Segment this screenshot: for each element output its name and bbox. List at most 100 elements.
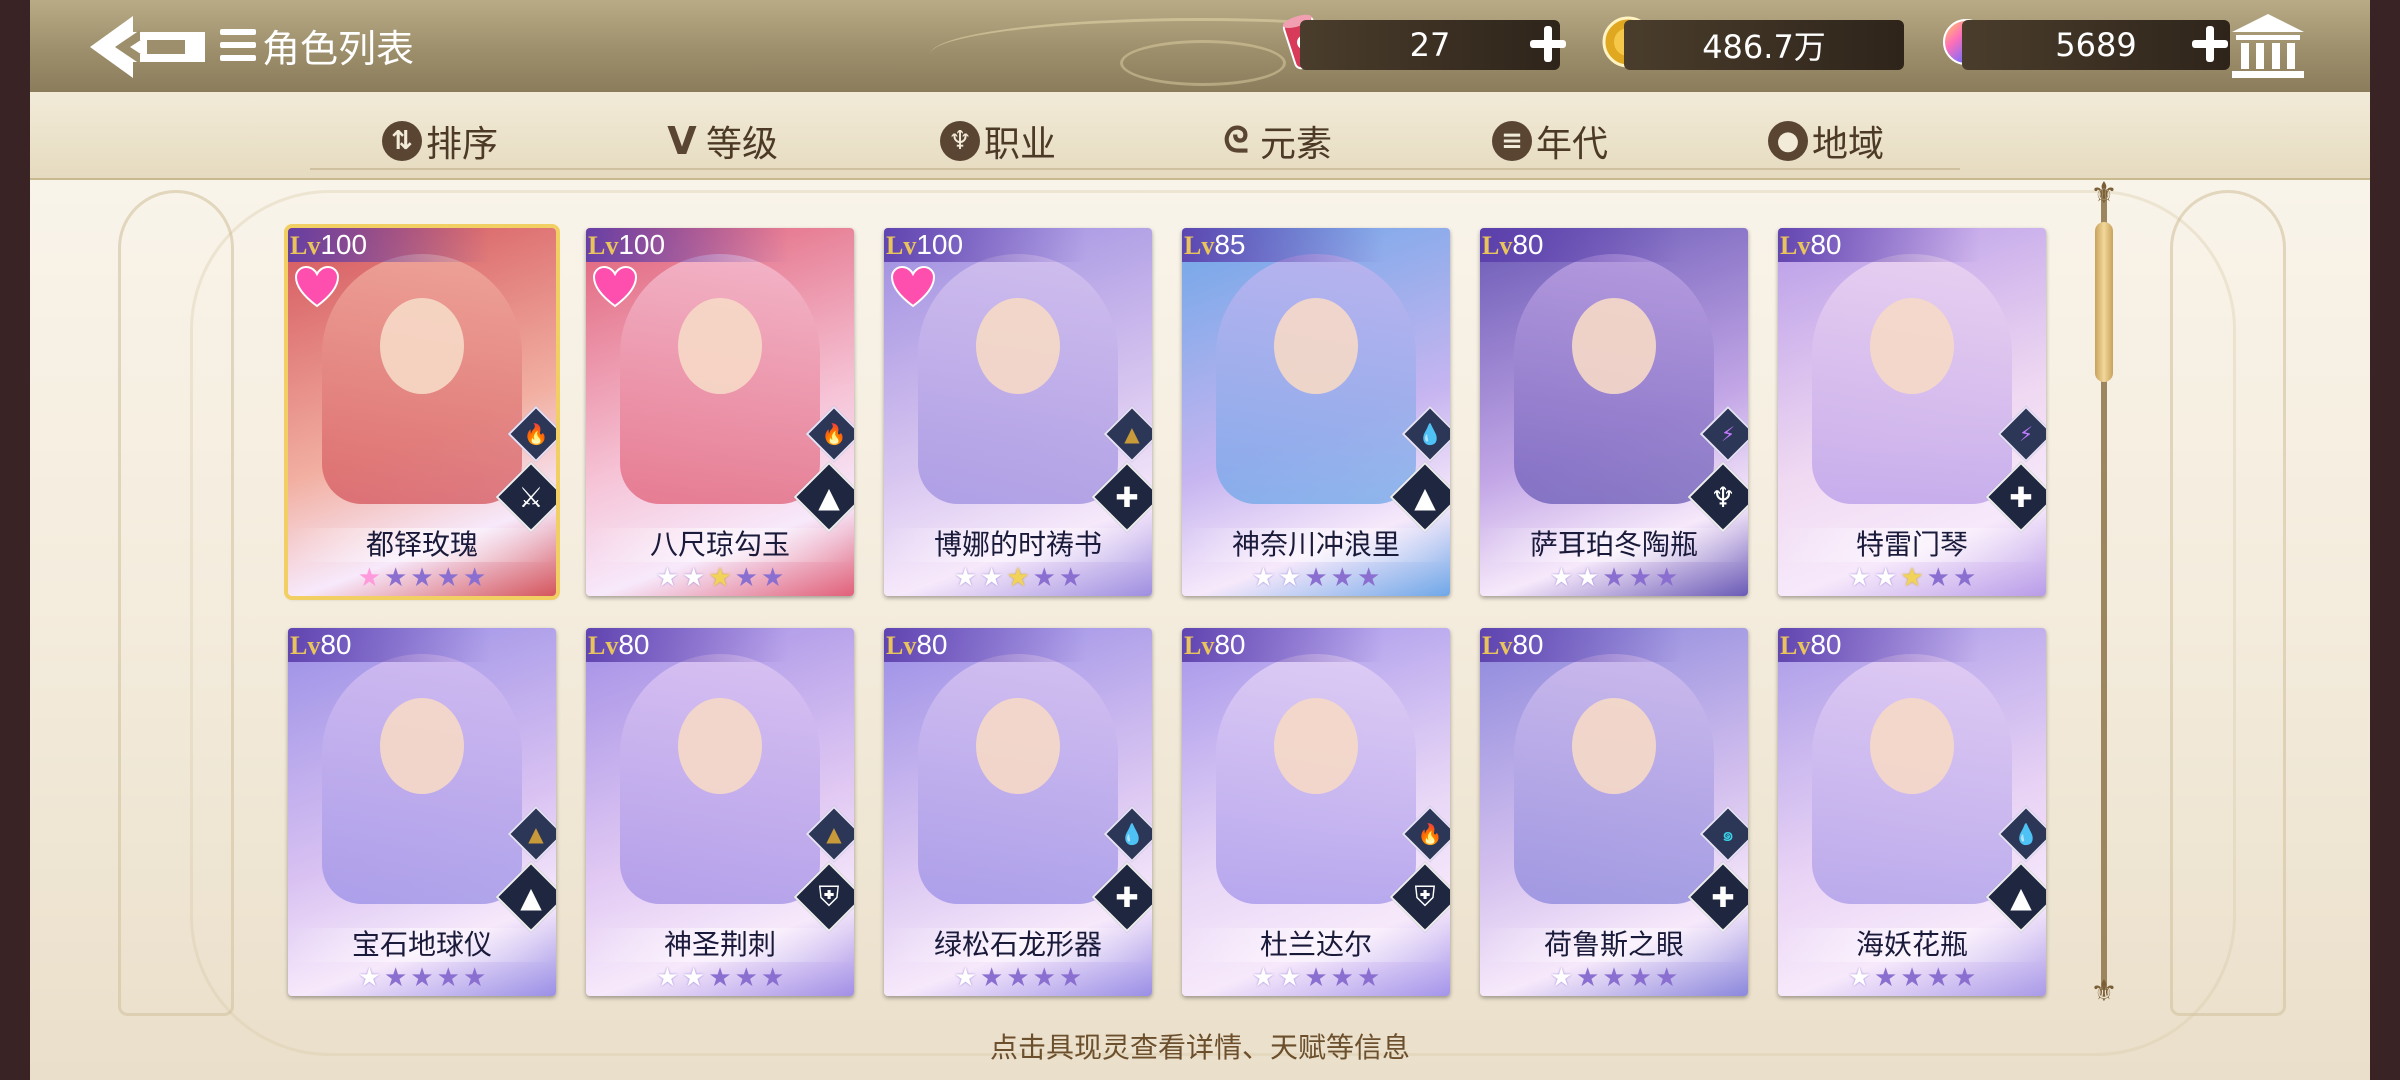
character-name: 博娜的时祷书 (884, 528, 1152, 562)
star-rating: ★ ★ ★ ★ ★ (1480, 564, 1748, 592)
scroll-bottom-ornament-icon: ⚜ (2090, 974, 2118, 1009)
character-card[interactable]: Lv80 ⚡ ♆ 萨耳珀冬陶瓶 ★ ★ ★ ★ ★ (1480, 228, 1748, 596)
gem-value: 5689 (2055, 26, 2137, 64)
star-icon: ★ (1330, 563, 1354, 593)
favorite-heart-icon (294, 266, 340, 308)
filter-tab-sort[interactable]: ⇅ 排序 (382, 118, 498, 165)
character-card[interactable]: Lv80 ⚡ ✚ 特雷门琴 ★ ★ ★ ★ ★ (1778, 228, 2046, 596)
level-badge: Lv80 (884, 628, 1086, 662)
region-icon: ● (1768, 121, 1808, 161)
star-icon: ★ (1654, 963, 1679, 993)
star-icon: ★ (1006, 563, 1030, 593)
character-face (1870, 698, 1954, 794)
star-icon: ★ (1628, 963, 1652, 993)
star-icon: ★ (1032, 563, 1056, 593)
filter-tab-region[interactable]: ● 地域 (1768, 118, 1884, 165)
level-value: 100 (320, 229, 368, 260)
star-icon: ★ (980, 963, 1004, 993)
star-rating: ★ ★ ★ ★ ★ (884, 964, 1152, 992)
level-badge: Lv100 (884, 228, 1086, 262)
level-prefix: Lv (1184, 631, 1215, 660)
level-prefix: Lv (1780, 631, 1811, 660)
star-icon: ★ (410, 963, 434, 993)
star-icon: ★ (1654, 563, 1679, 593)
star-icon: ★ (734, 563, 758, 593)
add-stamina-button[interactable] (1526, 22, 1570, 66)
star-icon: ★ (1874, 963, 1898, 993)
star-icon: ★ (1602, 963, 1626, 993)
character-name: 海妖花瓶 (1778, 928, 2046, 962)
filter-tab-element[interactable]: ᘓ 元素 (1216, 118, 1332, 165)
star-icon: ★ (1304, 963, 1328, 993)
character-card[interactable]: Lv80 ▲ ⛨ 神圣荆刺 ★ ★ ★ ★ ★ (586, 628, 854, 996)
level-badge: Lv80 (1480, 628, 1682, 662)
star-icon: ★ (1006, 963, 1030, 993)
filter-tab-class[interactable]: ♆ 职业 (940, 118, 1056, 165)
level-value: 80 (1512, 229, 1544, 260)
character-face (1870, 298, 1954, 394)
character-card[interactable]: Lv80 💧 ▲ 海妖花瓶 ★ ★ ★ ★ ★ (1778, 628, 2046, 996)
character-name: 神圣荆刺 (586, 928, 854, 962)
level-badge: Lv100 (288, 228, 490, 262)
level-badge: Lv100 (586, 228, 788, 262)
star-icon: ★ (1304, 563, 1328, 593)
character-card[interactable]: Lv100 ▲ ✚ 博娜的时祷书 ★ ★ ★ ★ ★ (884, 228, 1152, 596)
star-rating: ★ ★ ★ ★ ★ (1778, 964, 2046, 992)
level-value: 85 (1214, 229, 1246, 260)
character-name: 八尺琼勾玉 (586, 528, 854, 562)
character-face (678, 298, 762, 394)
character-face (1572, 698, 1656, 794)
museum-icon[interactable] (2228, 10, 2308, 82)
character-face (380, 698, 464, 794)
level-prefix: Lv (1184, 231, 1215, 260)
star-icon: ★ (1926, 963, 1950, 993)
app-frame: 角色列表 27 486.7万 5689 ⇅ 排序 V 等级 ♆ 职业 ᘓ 元素 … (0, 0, 2400, 1080)
scrollbar-thumb[interactable] (2095, 222, 2113, 382)
star-rating: ★ ★ ★ ★ ★ (586, 564, 854, 592)
gold-counter: 486.7万 (1624, 20, 1904, 70)
level-prefix: Lv (290, 231, 321, 260)
filter-tab-era[interactable]: ≡ 年代 (1492, 118, 1609, 165)
star-rating: ★ ★ ★ ★ ★ (1182, 564, 1450, 592)
level-icon: V (667, 119, 697, 163)
era-icon: ≡ (1492, 121, 1532, 161)
star-rating: ★ ★ ★ ★ ★ (1480, 964, 1748, 992)
filter-tab-label: 年代 (1536, 124, 1609, 165)
character-card[interactable]: Lv80 🔥 ⛨ 杜兰达尔 ★ ★ ★ ★ ★ (1182, 628, 1450, 996)
level-prefix: Lv (588, 631, 619, 660)
character-name: 荷鲁斯之眼 (1480, 928, 1748, 962)
filter-divider (310, 168, 1960, 170)
level-value: 100 (618, 229, 666, 260)
add-gem-button[interactable] (2188, 22, 2232, 66)
back-arrow-icon[interactable] (85, 12, 210, 82)
star-icon: ★ (760, 963, 785, 993)
character-name: 都铎玫瑰 (288, 528, 556, 562)
favorite-heart-icon (592, 266, 638, 308)
left-pillar-ornament (118, 190, 234, 1016)
character-card[interactable]: Lv100 🔥 ▲ 八尺琼勾玉 ★ ★ ★ ★ ★ (586, 228, 854, 596)
level-badge: Lv80 (1778, 228, 1980, 262)
star-icon: ★ (357, 563, 382, 593)
level-badge: Lv85 (1182, 228, 1384, 262)
page-title: 角色列表 (220, 20, 414, 71)
star-rating: ★ ★ ★ ★ ★ (288, 964, 556, 992)
character-face (976, 698, 1060, 794)
character-card[interactable]: Lv100 🔥 ⚔ 都铎玫瑰 ★ ★ ★ ★ ★ (288, 228, 556, 596)
character-face (380, 298, 464, 394)
character-card[interactable]: Lv85 💧 ▲ 神奈川冲浪里 ★ ★ ★ ★ ★ (1182, 228, 1450, 596)
star-icon: ★ (1032, 963, 1056, 993)
character-card[interactable]: Lv80 ๑ ✚ 荷鲁斯之眼 ★ ★ ★ ★ ★ (1480, 628, 1748, 996)
character-card[interactable]: Lv80 💧 ✚ 绿松石龙形器 ★ ★ ★ ★ ★ (884, 628, 1152, 996)
star-icon: ★ (384, 563, 408, 593)
level-prefix: Lv (1780, 231, 1811, 260)
level-value: 100 (916, 229, 964, 260)
character-card[interactable]: Lv80 ▲ ▲ 宝石地球仪 ★ ★ ★ ★ ★ (288, 628, 556, 996)
character-face (1274, 298, 1358, 394)
star-icon: ★ (953, 963, 978, 993)
character-face (976, 298, 1060, 394)
star-icon: ★ (655, 563, 680, 593)
filter-tab-level[interactable]: V 等级 (662, 118, 778, 165)
star-icon: ★ (1628, 563, 1652, 593)
star-icon: ★ (1251, 963, 1276, 993)
star-icon: ★ (1576, 563, 1600, 593)
